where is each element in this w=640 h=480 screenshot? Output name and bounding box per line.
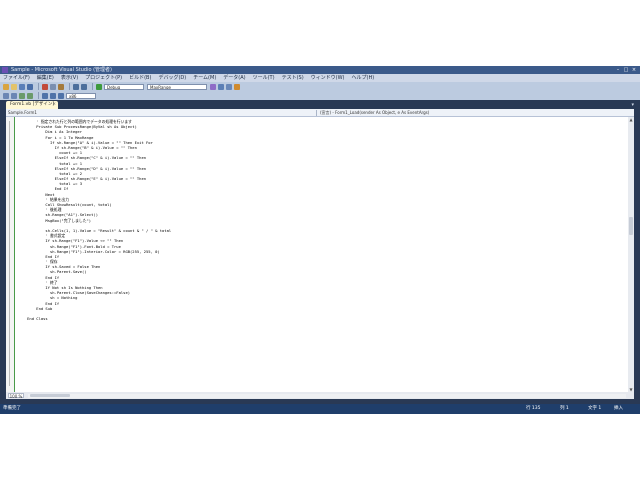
toolbar: Debug MaxRange x86 <box>0 82 640 100</box>
find-in-files-icon[interactable] <box>210 83 216 90</box>
properties-icon[interactable] <box>226 83 232 90</box>
toolbar-separator <box>69 83 70 90</box>
code-text[interactable]: ' 指定された行と列の範囲内でデータの処理を行います Private Sub P… <box>18 119 624 321</box>
toolbar-separator <box>38 83 39 90</box>
document-tab-strip: Form1.vb [デザイン] × ▾ <box>0 100 640 109</box>
status-insert-mode: 挿入 <box>614 406 623 411</box>
platform-combo[interactable]: x86 <box>66 92 96 99</box>
ide-window: Sample - Microsoft Visual Studio (管理者) –… <box>0 66 640 414</box>
comment-icon[interactable] <box>19 92 25 99</box>
paste-icon[interactable] <box>58 83 64 90</box>
menu-team[interactable]: チーム(M) <box>193 74 216 82</box>
status-ready: 準備完了 <box>3 406 21 411</box>
save-icon[interactable] <box>19 83 25 90</box>
menu-edit[interactable]: 編集(E) <box>37 74 54 82</box>
status-char: 文字 1 <box>588 406 602 411</box>
code-line[interactable]: End Class <box>18 316 624 321</box>
window-title: Sample - Microsoft Visual Studio (管理者) <box>11 67 113 73</box>
outline-fold-line <box>9 121 10 386</box>
vertical-scrollbar[interactable]: ▲ ▼ <box>628 117 634 392</box>
close-button[interactable]: × <box>630 67 638 73</box>
start-debug-icon[interactable] <box>96 83 102 90</box>
find-combo[interactable]: MaxRange <box>147 83 207 90</box>
prev-bookmark-icon[interactable] <box>50 92 56 99</box>
save-all-icon[interactable] <box>27 83 33 90</box>
menu-build[interactable]: ビルド(B) <box>129 74 151 82</box>
solution-config-combo[interactable]: Debug <box>104 83 144 90</box>
tab-form1-design[interactable]: Form1.vb [デザイン] × <box>6 101 58 109</box>
status-line: 行 135 <box>526 406 541 411</box>
menu-debug[interactable]: デバッグ(D) <box>158 74 186 82</box>
editor-gutter <box>6 117 14 392</box>
minimize-button[interactable]: – <box>614 67 622 73</box>
menu-data[interactable]: データ(A) <box>223 74 245 82</box>
redo-icon[interactable] <box>81 83 87 90</box>
tab-label: Form1.vb [デザイン] <box>10 102 55 107</box>
chevron-down-icon[interactable]: ▾ <box>631 102 634 108</box>
toolbar-row-editor: x86 <box>0 91 640 100</box>
title-bar: Sample - Microsoft Visual Studio (管理者) –… <box>0 66 640 74</box>
maximize-button[interactable]: □ <box>622 67 630 73</box>
cut-icon[interactable] <box>42 83 48 90</box>
menu-help[interactable]: ヘルプ(H) <box>352 74 375 82</box>
vertical-scroll-thumb[interactable] <box>629 217 633 235</box>
change-indicator-bar <box>14 117 15 392</box>
menu-project[interactable]: プロジェクト(P) <box>85 74 122 82</box>
horizontal-scroll-thumb[interactable] <box>30 394 70 397</box>
toolbar-separator <box>92 83 93 90</box>
navigation-bar: Sample.Form1 (宣言) - Form1_Load(sender As… <box>6 109 634 117</box>
menu-file[interactable]: ファイル(F) <box>3 74 30 82</box>
bookmark-icon[interactable] <box>42 92 48 99</box>
menu-tools[interactable]: ツール(T) <box>253 74 275 82</box>
menu-window[interactable]: ウィンドウ(W) <box>311 74 345 82</box>
toolbar-separator <box>38 92 39 99</box>
indent-icon[interactable] <box>3 92 9 99</box>
menu-bar: ファイル(F) 編集(E) 表示(V) プロジェクト(P) ビルド(B) デバッ… <box>0 74 640 82</box>
scroll-up-icon[interactable]: ▲ <box>628 117 634 122</box>
status-bar: 準備完了 行 135 列 1 文字 1 挿入 <box>0 404 640 414</box>
status-column: 列 1 <box>560 406 569 411</box>
uncomment-icon[interactable] <box>27 92 33 99</box>
open-file-icon[interactable] <box>11 83 17 90</box>
code-editor[interactable]: ' 指定された行と列の範囲内でデータの処理を行います Private Sub P… <box>6 117 628 392</box>
menu-test[interactable]: テスト(S) <box>282 74 304 82</box>
nav-divider <box>316 110 317 116</box>
solution-explorer-icon[interactable] <box>218 83 224 90</box>
new-project-icon[interactable] <box>3 83 9 90</box>
visual-studio-icon <box>2 67 8 73</box>
menu-view[interactable]: 表示(V) <box>61 74 78 82</box>
toolbar-row-standard: Debug MaxRange <box>0 82 640 91</box>
zoom-level[interactable]: 100 % <box>8 392 24 399</box>
horizontal-scrollbar[interactable] <box>28 393 626 398</box>
member-dropdown[interactable]: (宣言) - Form1_Load(sender As Object, e As… <box>320 110 620 116</box>
close-icon[interactable]: × <box>52 101 56 109</box>
horizontal-scroll-area: 100 % <box>6 392 634 399</box>
toolbox-icon[interactable] <box>234 83 240 90</box>
undo-icon[interactable] <box>73 83 79 90</box>
copy-icon[interactable] <box>50 83 56 90</box>
next-bookmark-icon[interactable] <box>58 92 64 99</box>
class-dropdown[interactable]: Sample.Form1 <box>8 110 308 116</box>
outdent-icon[interactable] <box>11 92 17 99</box>
